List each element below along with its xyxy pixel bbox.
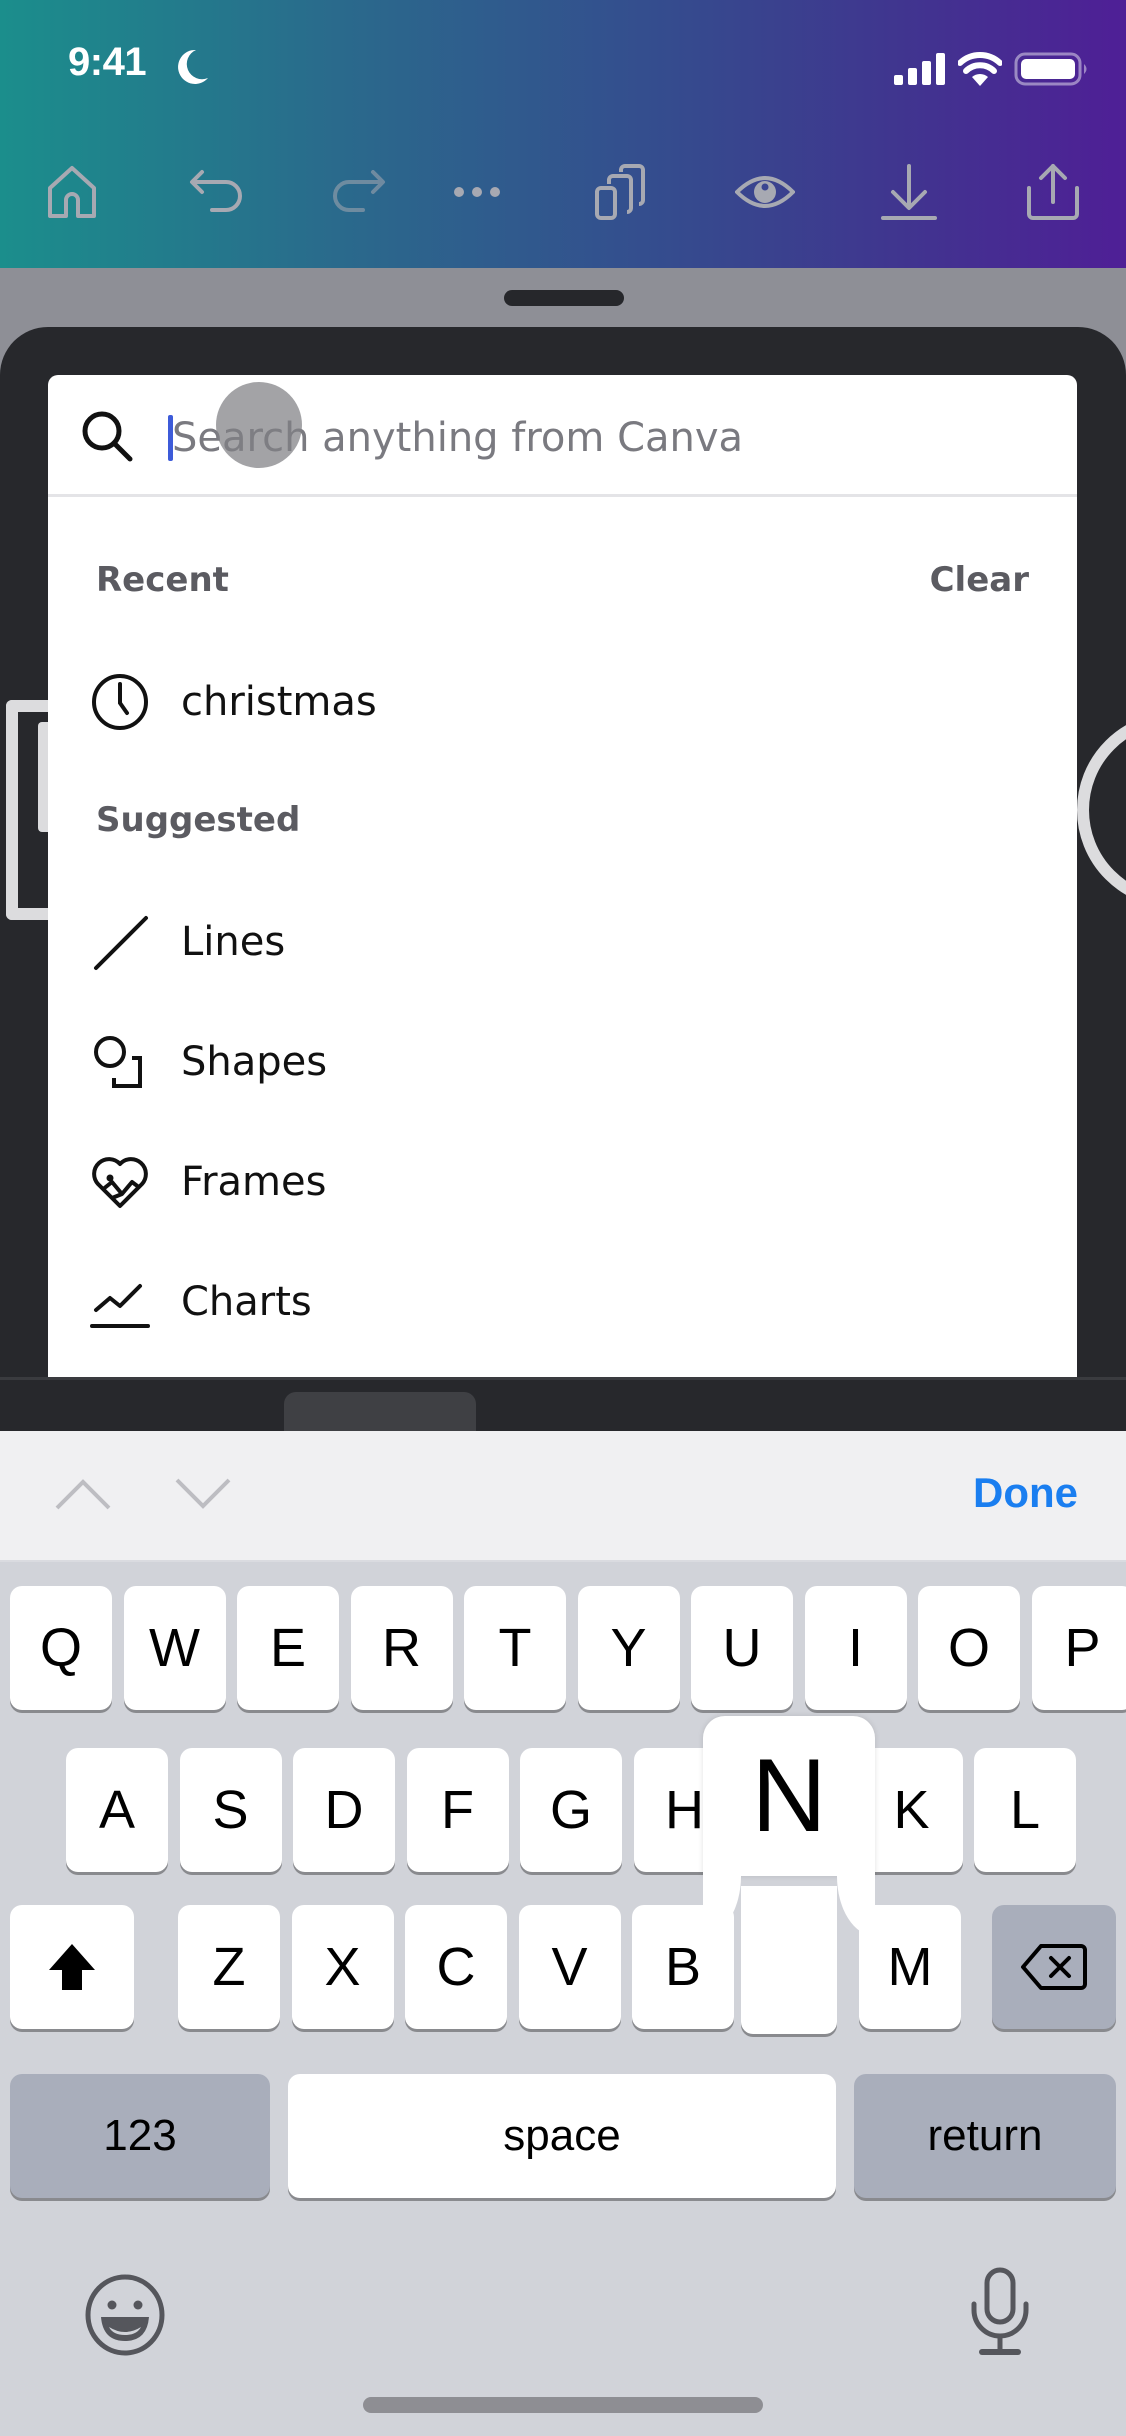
home-button[interactable] [32, 152, 112, 232]
search-icon [82, 411, 133, 462]
delete-key[interactable] [992, 1905, 1116, 2029]
status-time: 9:41 [68, 40, 147, 84]
line-icon [88, 910, 152, 974]
more-icon [454, 187, 500, 197]
key-t[interactable]: T [464, 1586, 566, 1710]
key-d[interactable]: D [293, 1748, 395, 1872]
search-bar[interactable] [48, 375, 1077, 497]
key-u[interactable]: U [691, 1586, 793, 1710]
numbers-key[interactable]: 123 [10, 2074, 270, 2198]
recent-heading: Recent [96, 560, 229, 600]
key-r[interactable]: R [350, 1586, 453, 1710]
clear-recent-button[interactable]: Clear [930, 560, 1029, 600]
key-a[interactable]: A [66, 1748, 168, 1872]
undo-button[interactable] [178, 152, 258, 232]
microphone-icon [971, 2267, 1029, 2355]
shapes-icon [88, 1030, 152, 1094]
touch-indicator [216, 382, 302, 468]
suggested-item-lines[interactable]: Lines [48, 892, 1077, 992]
key-press-preview: N [703, 1716, 875, 2034]
emoji-button[interactable] [80, 2270, 170, 2360]
home-icon [48, 166, 96, 218]
key-p[interactable]: P [1031, 1586, 1126, 1710]
return-key[interactable]: return [854, 2074, 1116, 2198]
suggested-item-frames[interactable]: Frames [48, 1132, 1077, 1232]
status-icons [894, 50, 1090, 88]
home-indicator[interactable] [363, 2397, 763, 2413]
editor-toolbar [0, 152, 1126, 232]
key-g[interactable]: G [520, 1748, 622, 1872]
redo-button[interactable] [317, 152, 397, 232]
battery-icon [1014, 52, 1087, 86]
share-button[interactable] [1013, 152, 1093, 232]
clock-icon [88, 670, 152, 734]
key-l[interactable]: L [974, 1748, 1076, 1872]
key-s[interactable]: S [179, 1748, 282, 1872]
suggested-heading: Suggested [96, 800, 301, 840]
canvas-element-arc [1077, 712, 1126, 908]
recent-item-christmas[interactable]: christmas [48, 652, 1077, 752]
shift-key[interactable] [10, 1905, 134, 2029]
download-icon [881, 164, 937, 220]
suggested-item-label: Shapes [181, 1039, 328, 1085]
key-f[interactable]: F [406, 1748, 509, 1872]
chevron-down-icon [175, 1478, 231, 1509]
share-icon [1027, 164, 1079, 220]
eye-icon [735, 176, 795, 208]
space-key[interactable]: space [288, 2074, 836, 2198]
wifi-icon [958, 52, 1002, 86]
done-button[interactable]: Done [973, 1469, 1078, 1517]
delete-icon [1021, 1944, 1087, 1990]
chart-icon [88, 1270, 152, 1334]
key-q[interactable]: Q [10, 1586, 112, 1710]
suggested-item-label: Frames [181, 1159, 327, 1205]
redo-icon [333, 170, 385, 212]
key-k[interactable]: K [860, 1748, 963, 1872]
keyboard-accessory-bar: Done [0, 1431, 1126, 1562]
previous-field-button[interactable] [48, 1459, 118, 1529]
editor-bottom-bar [0, 1377, 1126, 1431]
microphone-button[interactable] [955, 2262, 1045, 2362]
pages-icon [595, 164, 645, 220]
shift-icon [49, 1944, 95, 1990]
key-preview-letter: N [703, 1716, 875, 1876]
keyboard: QWERTYUIOP ASDFGHKL ZXCVBM 123 space ret… [0, 1562, 1126, 2436]
suggested-item-charts[interactable]: Charts [48, 1252, 1077, 1352]
chevron-up-icon [55, 1479, 111, 1510]
text-caret [168, 415, 173, 461]
key-c[interactable]: C [405, 1905, 507, 2029]
pages-button[interactable] [581, 152, 661, 232]
sheet-grab-handle[interactable] [504, 290, 624, 306]
preview-button[interactable] [725, 152, 805, 232]
frames-icon [88, 1150, 152, 1214]
undo-icon [190, 170, 242, 212]
app-header: 9:41 [0, 0, 1126, 268]
key-o[interactable]: O [918, 1586, 1020, 1710]
recent-item-label: christmas [181, 679, 377, 725]
emoji-icon [85, 2274, 165, 2356]
search-card: Recent Clear christmas Suggested Lines S… [48, 375, 1077, 1377]
key-i[interactable]: I [804, 1586, 907, 1710]
key-v[interactable]: V [518, 1905, 621, 2029]
more-button[interactable] [437, 152, 517, 232]
key-e[interactable]: E [237, 1586, 339, 1710]
suggested-item-label: Charts [181, 1279, 312, 1325]
editor-bottom-tab[interactable] [284, 1392, 476, 1431]
key-x[interactable]: X [291, 1905, 394, 2029]
key-y[interactable]: Y [577, 1586, 680, 1710]
key-w[interactable]: W [123, 1586, 226, 1710]
moon-icon [178, 49, 208, 84]
key-z[interactable]: Z [178, 1905, 280, 2029]
suggested-item-label: Lines [181, 919, 286, 965]
cellular-signal-icon [894, 53, 945, 85]
suggested-item-shapes[interactable]: Shapes [48, 1012, 1077, 1112]
next-field-button[interactable] [168, 1459, 238, 1529]
download-button[interactable] [869, 152, 949, 232]
